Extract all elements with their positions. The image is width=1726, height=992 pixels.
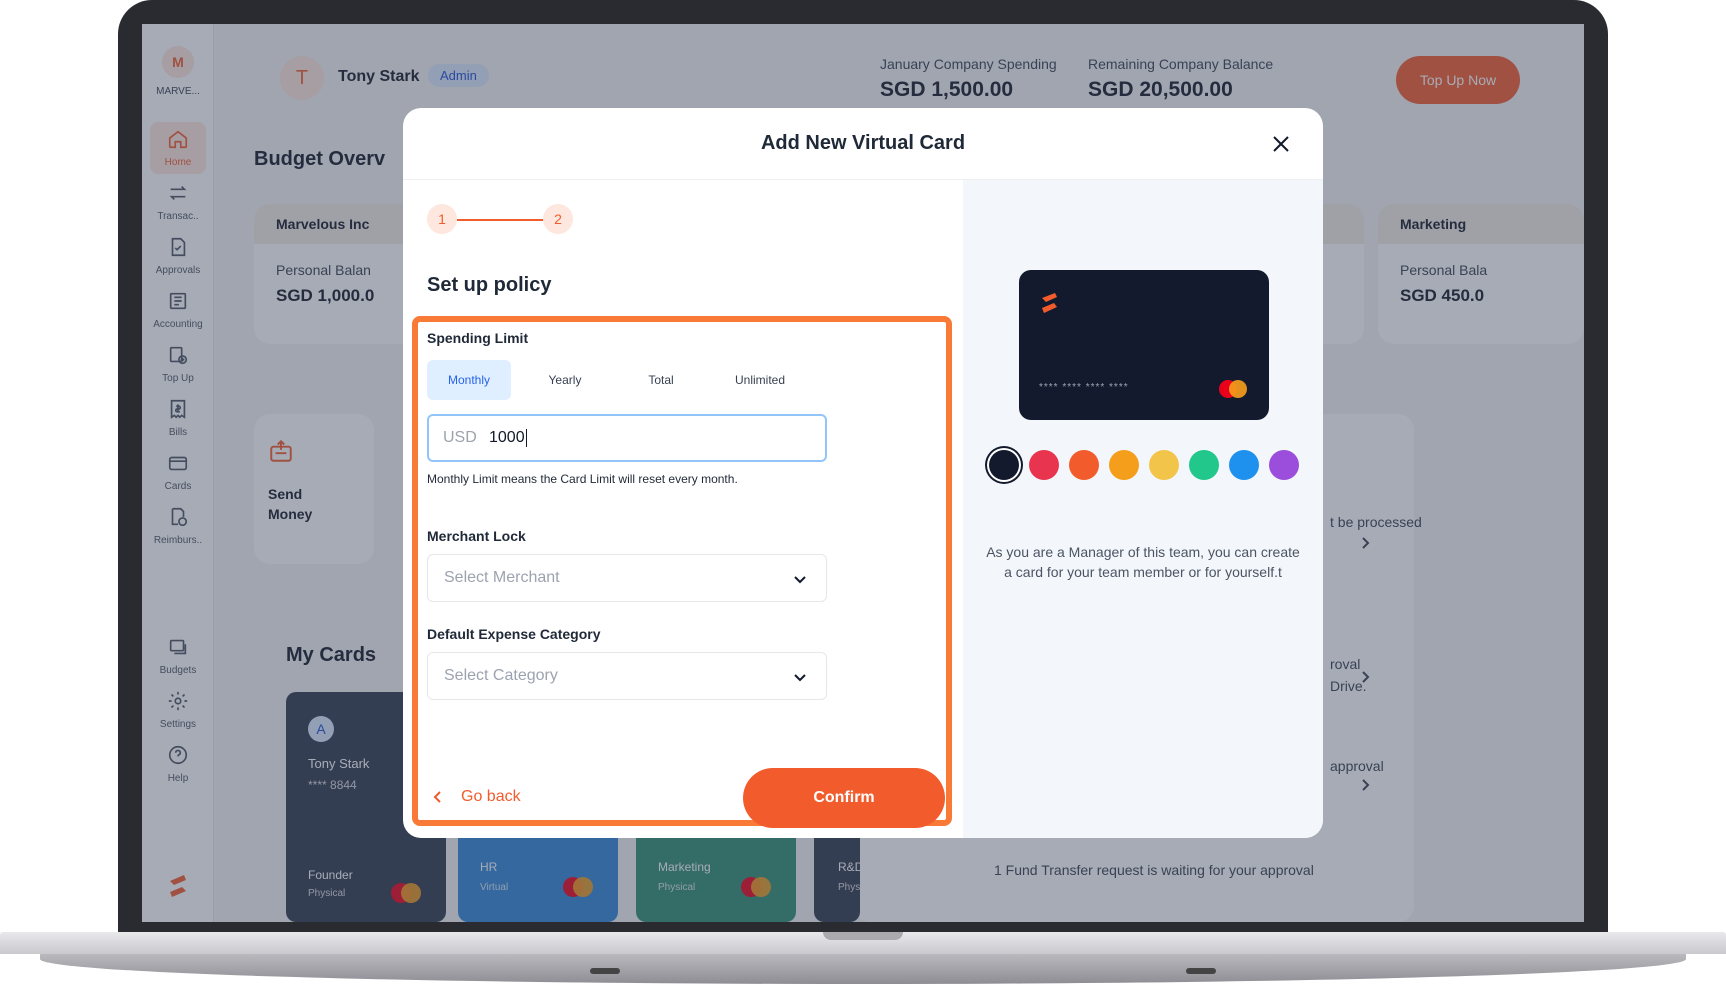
card-preview-pane: **** **** **** **** As you are a Manager… <box>963 180 1323 838</box>
color-swatches <box>989 450 1309 482</box>
option-monthly[interactable]: Monthly <box>427 360 511 400</box>
color-swatch[interactable] <box>1069 450 1099 480</box>
modal-header: Add New Virtual Card <box>403 108 1323 180</box>
merchant-select[interactable]: Select Merchant <box>427 554 827 602</box>
color-swatch[interactable] <box>989 450 1019 480</box>
category-select[interactable]: Select Category <box>427 652 827 700</box>
expense-category-label: Default Expense Category <box>427 626 601 642</box>
step-indicator-1: 1 <box>427 204 457 234</box>
chevron-left-icon <box>433 791 441 803</box>
screen: M MARVE... Home Transac.. Approvals Acco… <box>142 24 1584 922</box>
spending-limit-label: Spending Limit <box>427 330 529 346</box>
currency-prefix: USD <box>443 429 477 446</box>
option-yearly[interactable]: Yearly <box>523 360 607 400</box>
card-number: **** **** **** **** <box>1039 382 1129 393</box>
step-indicator-2: 2 <box>543 204 573 234</box>
color-swatch[interactable] <box>1189 450 1219 480</box>
option-unlimited[interactable]: Unlimited <box>715 360 805 400</box>
color-swatch[interactable] <box>1029 450 1059 480</box>
modal-title: Add New Virtual Card <box>760 132 966 154</box>
confirm-button[interactable]: Confirm <box>743 768 945 828</box>
manager-note: As you are a Manager of this team, you c… <box>986 544 1300 580</box>
virtual-card-preview: **** **** **** **** <box>1019 270 1269 420</box>
close-icon[interactable] <box>1269 132 1293 156</box>
color-swatch[interactable] <box>1229 450 1259 480</box>
category-placeholder: Select Category <box>444 667 558 684</box>
laptop-base <box>0 932 1726 992</box>
app-logo-icon <box>1042 293 1057 313</box>
limit-help-text: Monthly Limit means the Card Limit will … <box>427 472 738 486</box>
policy-form: 1 2 Set up policy Spending Limit Monthly… <box>403 180 963 838</box>
mastercard-icon <box>1219 380 1247 398</box>
chevron-down-icon <box>794 674 806 682</box>
merchant-lock-label: Merchant Lock <box>427 528 526 544</box>
go-back-label: Go back <box>461 788 521 805</box>
amount-input[interactable]: USD 1000 <box>427 414 827 462</box>
color-swatch[interactable] <box>1269 450 1299 480</box>
amount-value: 1000 <box>489 429 527 447</box>
chevron-down-icon <box>794 576 806 584</box>
color-swatch[interactable] <box>1109 450 1139 480</box>
add-virtual-card-modal: Add New Virtual Card 1 2 Set up policy S… <box>403 108 1323 838</box>
step-connector <box>457 219 543 221</box>
merchant-placeholder: Select Merchant <box>444 569 560 586</box>
option-total[interactable]: Total <box>619 360 703 400</box>
color-swatch[interactable] <box>1149 450 1179 480</box>
section-title: Set up policy <box>427 274 552 296</box>
